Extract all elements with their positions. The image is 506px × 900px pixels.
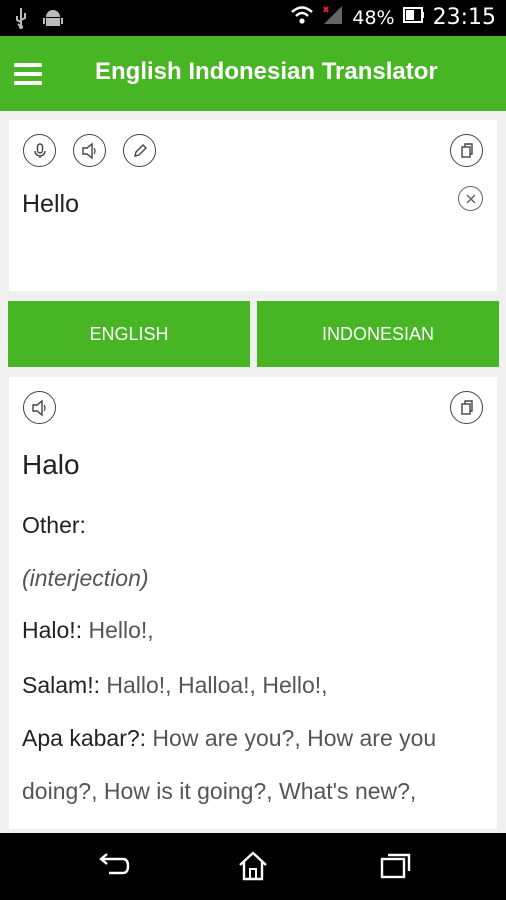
recent-apps-icon[interactable] [378, 849, 412, 886]
entry-term: Apa kabar?: [22, 725, 147, 751]
entry-meanings: Hello!, [82, 617, 154, 643]
entry-term: Salam!: [22, 672, 100, 698]
android-icon [42, 7, 64, 34]
usb-icon [14, 7, 28, 34]
part-of-speech: (interjection) [22, 565, 149, 591]
entry-term: Halo!: [22, 617, 83, 643]
navigation-bar [0, 833, 506, 900]
source-language-button[interactable]: ENGLISH [8, 301, 250, 367]
entry-continuation: doing?, How is it going?, What's new?, [22, 778, 417, 804]
app-bar: English Indonesian Translator [0, 36, 506, 111]
target-language-button[interactable]: INDONESIAN [257, 301, 499, 367]
input-card: Hello [9, 120, 497, 291]
battery-percent: 48% [352, 6, 395, 29]
speaker-icon[interactable] [73, 134, 106, 167]
output-card: Halo Other: (interjection) Halo!: Hello!… [9, 377, 497, 829]
signal-icon [322, 4, 344, 31]
clear-icon[interactable] [458, 186, 483, 211]
wifi-icon [290, 5, 314, 30]
pencil-icon[interactable] [123, 134, 156, 167]
home-icon[interactable] [236, 849, 270, 888]
speaker-icon[interactable] [23, 391, 56, 424]
back-icon[interactable] [95, 849, 131, 886]
list-item: Halo!: Hello!, [22, 617, 154, 644]
status-bar: 48% 23:15 [0, 0, 506, 36]
input-text[interactable]: Hello [22, 190, 79, 219]
entry-meanings: Hallo!, Halloa!, Hello!, [99, 672, 328, 698]
app-title: English Indonesian Translator [95, 58, 438, 85]
other-label: Other: [22, 512, 86, 538]
list-item: Apa kabar?: How are you?, How are you [22, 725, 436, 752]
microphone-icon[interactable] [23, 134, 56, 167]
copy-icon[interactable] [450, 391, 483, 424]
entry-meanings: How are you?, How are you [146, 725, 437, 751]
clock: 23:15 [432, 5, 496, 30]
menu-icon[interactable] [14, 63, 42, 85]
copy-icon[interactable] [450, 134, 483, 167]
list-item: Salam!: Hallo!, Halloa!, Hello!, [22, 672, 328, 699]
main-translation: Halo [22, 449, 80, 480]
battery-icon [402, 6, 425, 29]
